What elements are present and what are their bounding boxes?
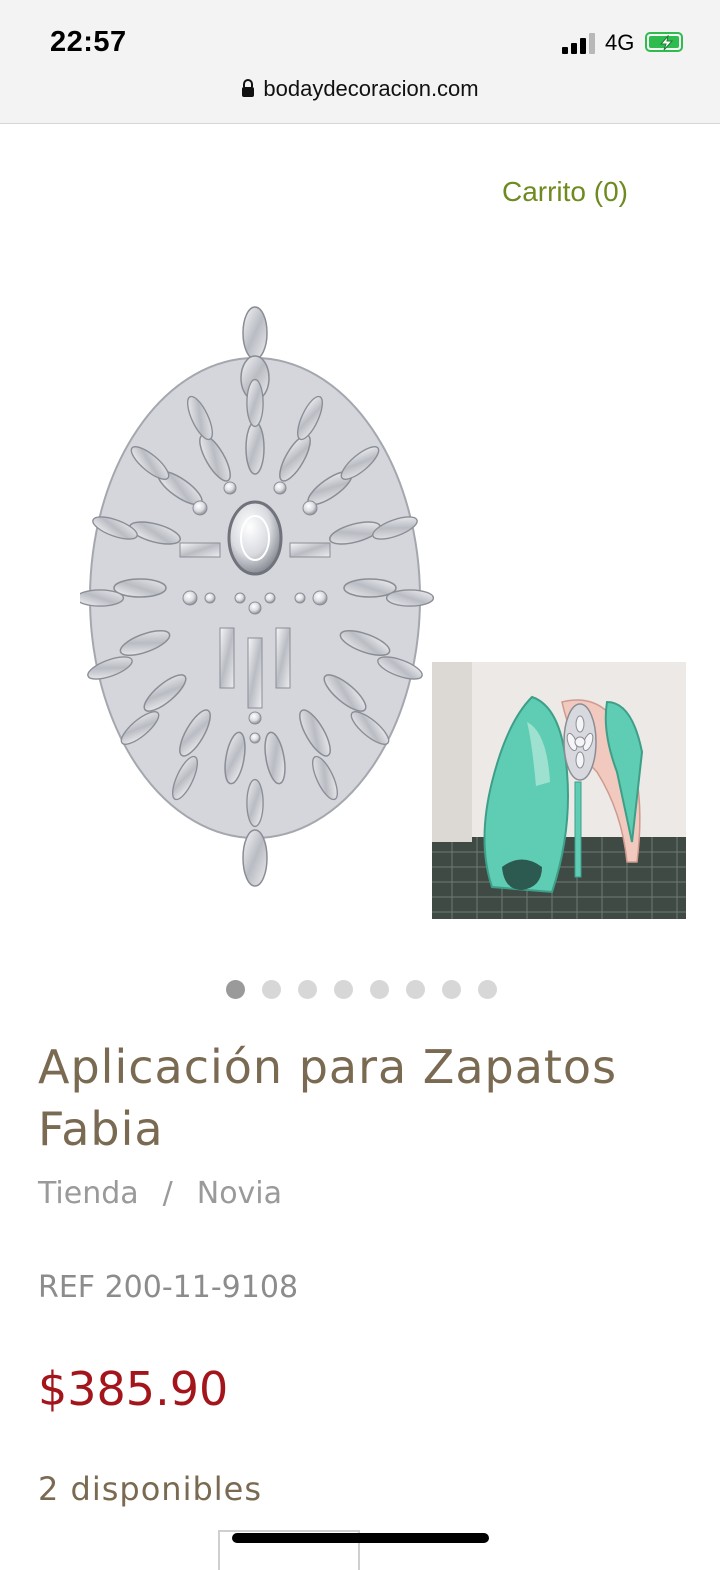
gallery-dot-4[interactable] [334, 980, 353, 999]
home-indicator[interactable] [232, 1533, 489, 1543]
gallery-dot-5[interactable] [370, 980, 389, 999]
gallery-dot-1[interactable] [226, 980, 245, 999]
gallery-dot-7[interactable] [442, 980, 461, 999]
product-price: $385.90 [38, 1362, 229, 1416]
signal-icon [562, 32, 596, 54]
gallery-dot-3[interactable] [298, 980, 317, 999]
status-time: 22:57 [50, 26, 127, 58]
product-ref: REF 200-11-9108 [38, 1270, 299, 1305]
aqua-heels-image [432, 662, 686, 919]
stock-availability: 2 disponibles [38, 1470, 263, 1508]
battery-charging-icon [645, 32, 683, 52]
cart-link[interactable]: Carrito (0) [502, 176, 628, 208]
gallery-dot-8[interactable] [478, 980, 497, 999]
gallery-dot-2[interactable] [262, 980, 281, 999]
breadcrumb-novia[interactable]: Novia [197, 1176, 282, 1211]
breadcrumb: Tienda / Novia [38, 1176, 282, 1211]
network-label: 4G [605, 30, 635, 55]
lock-icon [242, 79, 255, 97]
address-bar[interactable]: bodaydecoracion.com [0, 76, 720, 102]
url-text: bodaydecoracion.com [263, 76, 479, 101]
product-title: Aplicación para Zapatos Fabia [38, 1040, 618, 1156]
breadcrumb-tienda[interactable]: Tienda [38, 1176, 139, 1211]
gallery-dot-6[interactable] [406, 980, 425, 999]
rhinestone-applique-image [80, 306, 435, 887]
browser-top-bar: 22:57 4G bodaydecoracion.com [0, 0, 720, 124]
product-gallery[interactable] [0, 290, 720, 940]
breadcrumb-separator: / [162, 1176, 173, 1211]
